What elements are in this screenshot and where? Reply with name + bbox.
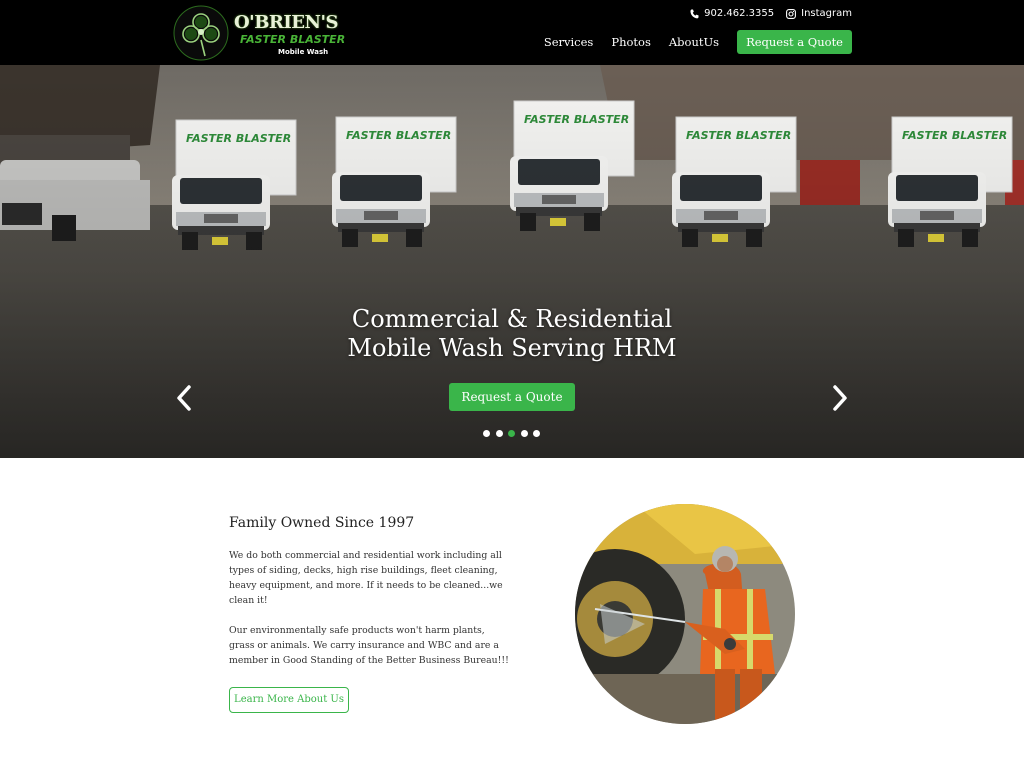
phone-icon	[690, 9, 699, 18]
brand-subtitle: FASTER BLASTER	[240, 33, 346, 46]
main-nav: Services Photos AboutUs Request a Quote	[526, 30, 852, 54]
worker-pressure-washing-photo	[575, 504, 795, 724]
site-logo[interactable]: O'BRIEN'S FASTER BLASTER Mobile Wash	[172, 4, 345, 62]
nav-item-services[interactable]: Services	[544, 35, 594, 49]
slider-dot-2[interactable]	[495, 430, 503, 437]
site-header: O'BRIEN'S FASTER BLASTER Mobile Wash 902…	[0, 0, 1024, 65]
nav-item-photos[interactable]: Photos	[611, 35, 651, 49]
brand-tagline: Mobile Wash	[278, 48, 329, 56]
brand-name: O'BRIEN'S	[234, 12, 338, 33]
phone-number: 902.462.3355	[704, 8, 775, 19]
instagram-link[interactable]: Instagram	[786, 8, 852, 19]
nav-request-quote-button[interactable]: Request a Quote	[737, 30, 852, 54]
about-paragraph-1: We do both commercial and residential wo…	[229, 550, 503, 606]
nav-item-about-us[interactable]: AboutUs	[669, 35, 719, 49]
hero-title-line2: Mobile Wash Serving HRM	[347, 334, 677, 362]
phone-link[interactable]: 902.462.3355	[690, 8, 774, 19]
instagram-icon	[786, 8, 797, 19]
slider-dot-3[interactable]	[508, 430, 515, 437]
header-contact-bar: 902.462.3355 Instagram	[678, 8, 852, 19]
hero-request-quote-button[interactable]: Request a Quote	[449, 383, 575, 411]
slider-dot-5[interactable]	[533, 430, 540, 437]
slider-dot-4[interactable]	[520, 430, 528, 437]
slider-dots	[483, 430, 546, 437]
hero-title-line1: Commercial & Residential	[351, 305, 673, 333]
chevron-right-icon[interactable]	[828, 383, 852, 413]
about-heading: Family Owned Since 1997	[229, 515, 415, 531]
chevron-left-icon[interactable]	[172, 383, 196, 413]
about-paragraph-2: Our environmentally safe products won't …	[229, 625, 509, 666]
shamrock-logo-icon	[173, 5, 229, 61]
hero-slider: FASTER BLASTER	[0, 65, 1024, 458]
instagram-label: Instagram	[801, 8, 852, 19]
slider-dot-1[interactable]	[483, 430, 490, 437]
hero-title: Commercial & Residential Mobile Wash Ser…	[0, 305, 1024, 363]
learn-more-button[interactable]: Learn More About Us	[229, 687, 349, 713]
